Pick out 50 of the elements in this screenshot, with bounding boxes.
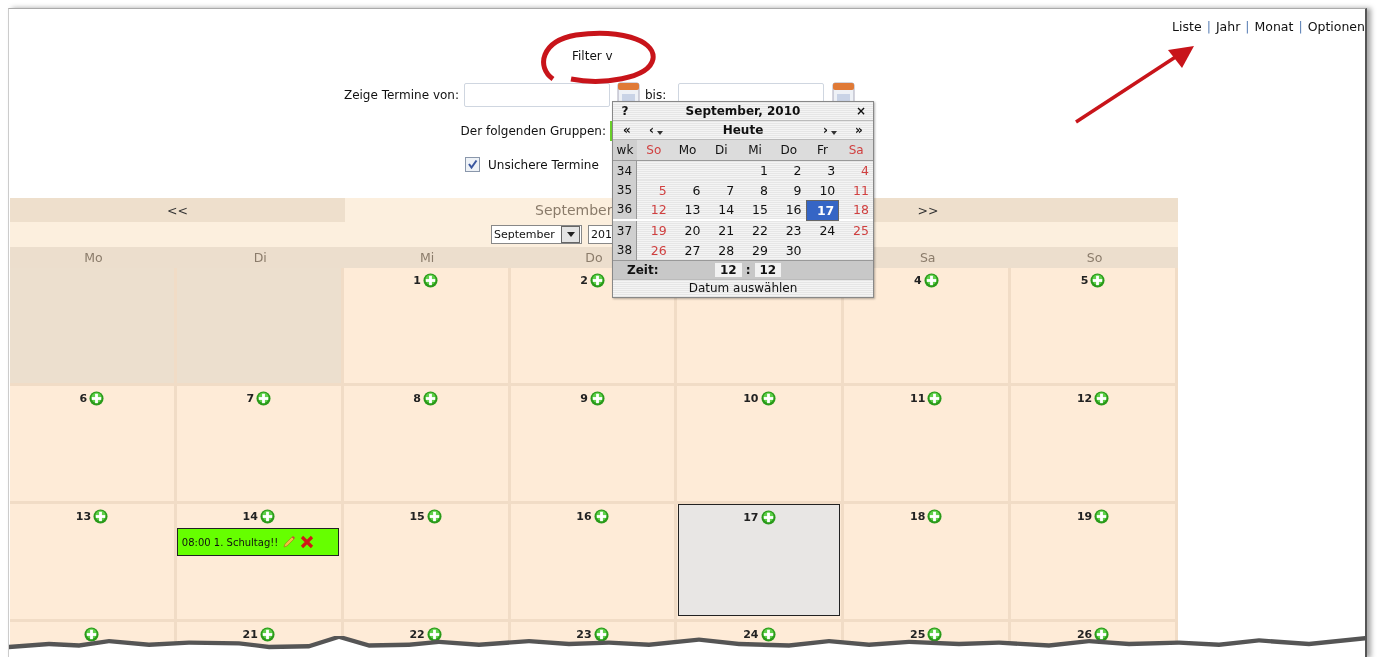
day-number: 22: [409, 627, 425, 641]
to-label: bis:: [645, 87, 667, 102]
from-label: Zeige Termine von:: [342, 87, 459, 102]
day-number: 10: [743, 391, 759, 405]
week-number: 38: [613, 240, 637, 260]
week-number: 36: [613, 199, 637, 220]
day-number: 11: [910, 391, 926, 405]
weekday-header: So: [1011, 247, 1178, 268]
day-number: 16: [576, 509, 592, 523]
weekday-header: Mo: [670, 140, 705, 161]
weekday-header: Mo: [10, 247, 177, 268]
day-number: 18: [910, 509, 926, 523]
day-number: 7: [246, 391, 255, 405]
day-number: 26: [1076, 627, 1093, 641]
weekday-header: Sa: [839, 140, 873, 161]
day-number: 5: [1080, 273, 1089, 287]
day-number: 15: [409, 509, 425, 523]
day-number: 8: [413, 391, 421, 405]
week-number: 37: [613, 221, 637, 241]
day-number: 6: [79, 391, 88, 405]
day-number: 4: [913, 273, 922, 287]
day-number: 9: [580, 391, 588, 405]
day-number: 12: [1076, 391, 1093, 405]
day-number: 25: [910, 627, 926, 641]
weekday-header: Fr: [805, 140, 840, 161]
weekday-header: So: [637, 140, 671, 161]
weekday-header: Mi: [343, 247, 511, 268]
weekday-header: Di: [176, 247, 344, 268]
weekday-header: Do: [771, 140, 806, 161]
day-number: 19: [1076, 509, 1093, 523]
groups-label: Der folgenden Gruppen:: [459, 124, 606, 138]
weekday-header: Mi: [738, 140, 772, 161]
day-number: 23: [576, 627, 592, 641]
week-number-header: wk: [613, 140, 637, 161]
week-number: 35: [613, 180, 637, 200]
day-number: 1: [413, 273, 421, 287]
separator: |: [1245, 18, 1250, 34]
day-number: 17: [743, 510, 759, 524]
separator: |: [1206, 18, 1211, 34]
day-number: 14: [242, 509, 258, 523]
day-number: 13: [75, 509, 92, 523]
day-number: 21: [242, 627, 258, 641]
week-number: 34: [613, 161, 637, 181]
checkbox-label: Unsichere Termine: [488, 157, 599, 172]
time-separator: :: [744, 262, 752, 277]
weekday-header: Di: [704, 140, 739, 161]
picker-title: September, 2010: [684, 104, 802, 118]
day-number: 24: [743, 627, 759, 641]
day-number: 2: [580, 273, 588, 287]
separator: |: [1298, 18, 1303, 34]
